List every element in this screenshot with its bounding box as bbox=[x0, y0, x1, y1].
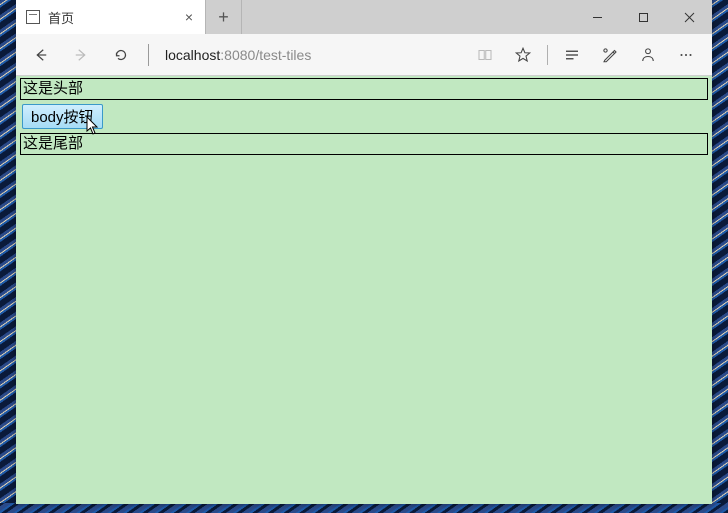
tab-title: 首页 bbox=[48, 8, 175, 27]
header-section: 这是头部 bbox=[20, 78, 708, 100]
desktop-background-left bbox=[0, 0, 16, 513]
tab-close-button[interactable]: × bbox=[183, 10, 195, 24]
web-notes-button[interactable] bbox=[592, 40, 628, 70]
favorite-icon bbox=[514, 46, 532, 64]
back-icon bbox=[32, 46, 50, 64]
url-host: localhost bbox=[165, 47, 220, 63]
footer-section: 这是尾部 bbox=[20, 133, 708, 155]
close-window-icon bbox=[684, 12, 695, 23]
url-path: /test-tiles bbox=[255, 47, 311, 63]
forward-button[interactable] bbox=[64, 40, 98, 70]
header-text: 这是头部 bbox=[23, 80, 83, 97]
desktop-background-right bbox=[712, 0, 728, 513]
toolbar-separator bbox=[148, 44, 149, 66]
more-button[interactable] bbox=[668, 40, 704, 70]
more-icon bbox=[677, 46, 695, 64]
page-icon bbox=[26, 10, 40, 24]
forward-icon bbox=[72, 46, 90, 64]
refresh-button[interactable] bbox=[104, 40, 138, 70]
page-content: 这是头部 body按钮 这是尾部 bbox=[16, 76, 712, 504]
desktop-background-bottom bbox=[0, 503, 728, 513]
maximize-button[interactable] bbox=[620, 0, 666, 34]
reading-icon bbox=[476, 46, 494, 64]
share-button[interactable] bbox=[630, 40, 666, 70]
web-notes-icon bbox=[601, 46, 619, 64]
maximize-icon bbox=[638, 12, 649, 23]
window-controls bbox=[574, 0, 712, 34]
plus-icon: + bbox=[218, 7, 229, 28]
new-tab-button[interactable]: + bbox=[206, 0, 242, 34]
close-window-button[interactable] bbox=[666, 0, 712, 34]
actions-separator bbox=[547, 45, 548, 65]
tab-active[interactable]: 首页 × bbox=[16, 0, 206, 34]
toolbar: localhost:8080/test-tiles bbox=[16, 34, 712, 76]
tab-bar-spacer bbox=[242, 0, 574, 34]
tab-bar: 首页 × + bbox=[16, 0, 712, 34]
address-bar[interactable]: localhost:8080/test-tiles bbox=[163, 47, 461, 63]
reading-view-button[interactable] bbox=[467, 40, 503, 70]
body-button[interactable]: body按钮 bbox=[22, 104, 103, 129]
share-icon bbox=[639, 46, 657, 64]
minimize-icon bbox=[592, 12, 603, 23]
reading-list-button[interactable] bbox=[554, 40, 590, 70]
url-port: :8080 bbox=[220, 47, 255, 63]
refresh-icon bbox=[112, 46, 130, 64]
toolbar-actions bbox=[467, 40, 704, 70]
back-button[interactable] bbox=[24, 40, 58, 70]
browser-window: 首页 × + local bbox=[16, 0, 712, 504]
favorite-button[interactable] bbox=[505, 40, 541, 70]
reading-list-icon bbox=[563, 46, 581, 64]
footer-text: 这是尾部 bbox=[23, 135, 83, 152]
minimize-button[interactable] bbox=[574, 0, 620, 34]
